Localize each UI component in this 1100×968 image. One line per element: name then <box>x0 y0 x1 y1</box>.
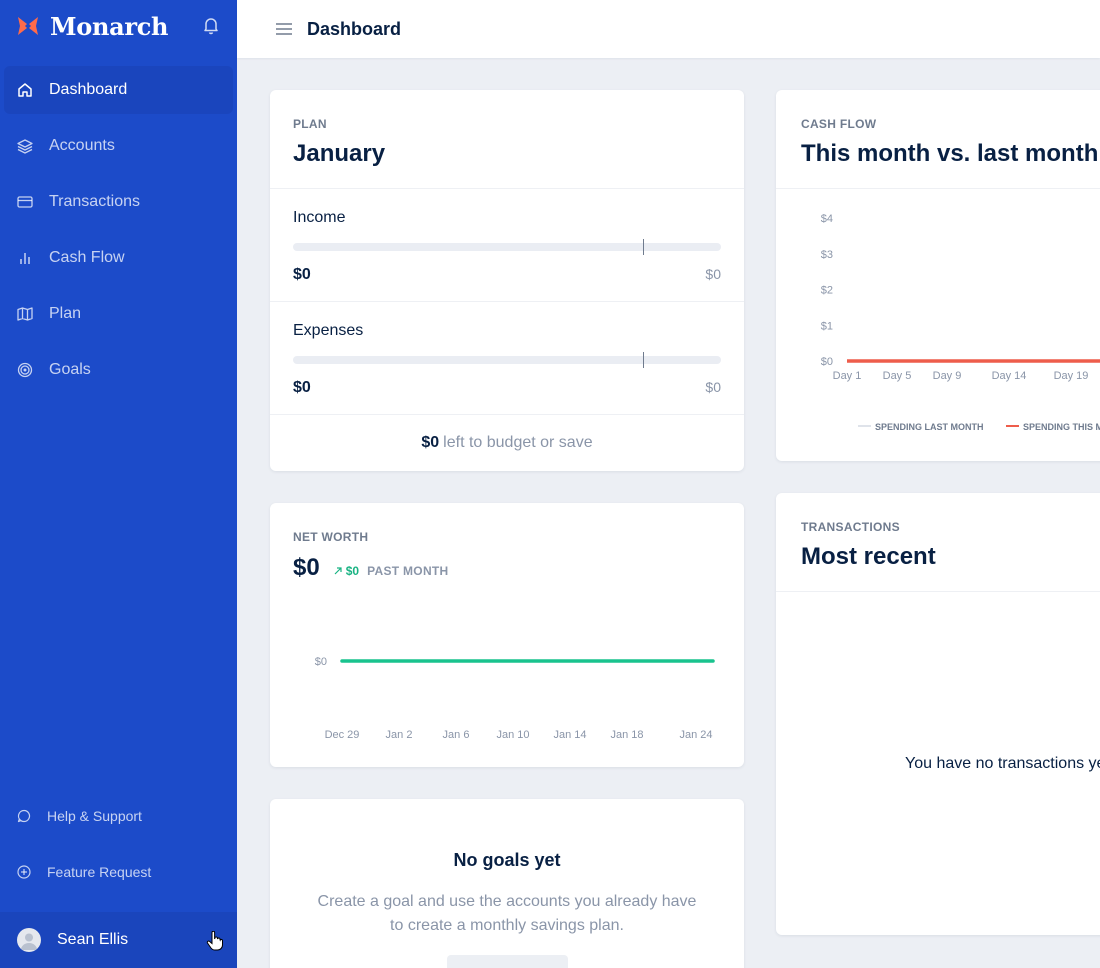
income-progress-bar <box>293 239 721 255</box>
home-icon <box>17 82 33 98</box>
sidebar-item-label: Feature Request <box>47 864 152 880</box>
x-tick-label: Jan 2 <box>386 729 413 741</box>
cash-flow-header: CASH FLOW This month vs. last month <box>776 90 1100 189</box>
sidebar-item-label: Goals <box>49 361 91 378</box>
plan-eyebrow: PLAN <box>293 117 327 131</box>
net-worth-chart: $0 Dec 29 Jan 2 Jan 6 Jan 10 Jan 14 Jan 18 Jan … <box>315 656 715 741</box>
plan-card-header: PLAN January <box>270 90 744 189</box>
x-tick-label: Jan 6 <box>443 729 470 741</box>
y-tick-label: $4 <box>821 213 833 225</box>
cash-flow-eyebrow: CASH FLOW <box>801 117 877 131</box>
transactions-eyebrow: TRANSACTIONS <box>801 520 900 534</box>
goals-card: No goals yet Create a goal and use the a… <box>270 799 744 968</box>
y-tick-label: $0 <box>821 356 833 368</box>
sidebar-nav: Dashboard Accounts Transactions Cash Flo… <box>0 62 237 398</box>
sidebar-item-label: Help & Support <box>47 808 142 824</box>
cash-flow-title: This month vs. last month <box>801 140 1099 167</box>
expenses-budget-marker <box>643 352 644 368</box>
x-tick-label: Jan 18 <box>610 729 643 741</box>
cash-flow-card[interactable]: CASH FLOW This month vs. last month $4 $3… <box>776 90 1100 461</box>
plan-card[interactable]: PLAN January Income $0 $0 Expenses $0 $0… <box>270 90 744 471</box>
plus-circle-icon <box>17 865 31 879</box>
sidebar-item-label: Dashboard <box>49 81 128 98</box>
page-title: Dashboard <box>307 18 402 39</box>
expenses-label: Expenses <box>293 322 364 339</box>
sidebar-item-dashboard[interactable]: Dashboard <box>4 66 233 114</box>
x-tick-label: Day 1 <box>833 370 862 382</box>
y-tick-label: $1 <box>821 320 833 332</box>
menu-icon[interactable] <box>276 23 292 35</box>
x-tick-label: Day 14 <box>992 370 1027 382</box>
goals-empty-title: No goals yet <box>453 850 561 870</box>
legend-label: SPENDING LAST MONTH <box>875 422 984 432</box>
net-worth-value: $0 <box>293 554 320 581</box>
expenses-actual: $0 <box>293 379 311 396</box>
left-to-budget-amount: $0 <box>421 434 440 451</box>
plan-footer: $0 left to budget or save <box>270 415 744 471</box>
net-worth-eyebrow: NET WORTH <box>293 530 369 544</box>
x-tick-label: Jan 14 <box>553 729 586 741</box>
income-budget-marker <box>643 239 644 255</box>
create-goal-button[interactable]: Create goal <box>446 955 568 968</box>
sidebar-item-label: Transactions <box>49 193 140 210</box>
income-actual: $0 <box>293 266 311 283</box>
bar-chart-icon <box>17 250 33 266</box>
income-label: Income <box>293 209 346 226</box>
transactions-title: Most recent <box>801 543 936 570</box>
x-tick-label: Day 9 <box>933 370 962 382</box>
y-tick-label: $0 <box>315 656 327 668</box>
plan-title: January <box>293 140 386 167</box>
net-worth-change: $0 <box>334 564 359 578</box>
plan-expenses-row: Expenses $0 $0 <box>270 302 744 415</box>
plan-income-row: Income $0 $0 <box>270 189 744 302</box>
sidebar-item-goals[interactable]: Goals <box>0 342 237 398</box>
x-tick-label: Day 19 <box>1054 370 1089 382</box>
message-circle-icon <box>17 809 31 823</box>
goals-empty-description: Create a goal and use the accounts you a… <box>317 893 697 934</box>
x-tick-label: Jan 24 <box>679 729 712 741</box>
brand[interactable]: Monarch <box>16 10 168 42</box>
sidebar-item-label: Cash Flow <box>49 249 125 266</box>
sidebar-item-cash-flow[interactable]: Cash Flow <box>0 230 237 286</box>
expenses-budget: $0 <box>705 379 721 395</box>
sidebar-item-accounts[interactable]: Accounts <box>0 118 237 174</box>
avatar <box>17 928 41 952</box>
x-tick-label: Dec 29 <box>325 729 360 741</box>
brand-name: Monarch <box>50 11 169 41</box>
arrow-up-right-icon <box>334 567 342 575</box>
hand-cursor-icon <box>206 931 223 951</box>
cash-flow-chart: $4 $3 $2 $1 $0Day 1 Day 5 Day 9 Day 14 Day 19 SPE… <box>821 213 1100 432</box>
sidebar-item-label: Plan <box>49 305 82 322</box>
y-tick-label: $3 <box>821 249 833 261</box>
income-budget: $0 <box>705 266 721 282</box>
sidebar-item-feature-request[interactable]: Feature Request <box>0 844 237 900</box>
net-worth-change-value: $0 <box>345 564 360 578</box>
left-to-budget-text: left to budget or save <box>443 434 593 451</box>
sidebar: Monarch Dashboard Accounts Transactions <box>0 0 237 968</box>
target-icon <box>17 362 33 378</box>
bell-icon[interactable] <box>201 15 221 35</box>
sidebar-item-transactions[interactable]: Transactions <box>0 174 237 230</box>
sidebar-item-plan[interactable]: Plan <box>0 286 237 342</box>
sidebar-item-label: Accounts <box>49 137 115 154</box>
transactions-empty-message: You have no transactions yet <box>905 755 1100 772</box>
y-tick-label: $2 <box>821 285 833 297</box>
x-tick-label: Day 5 <box>883 370 912 382</box>
monarch-logo-icon <box>18 17 38 35</box>
user-menu[interactable]: Sean Ellis <box>0 912 237 968</box>
map-icon <box>17 306 33 322</box>
transactions-card[interactable]: TRANSACTIONS Most recent You have no tra… <box>776 493 1100 935</box>
top-header: Dashboard <box>237 0 1100 58</box>
net-worth-period: PAST MONTH <box>367 564 449 578</box>
transactions-header: TRANSACTIONS Most recent <box>776 493 1100 592</box>
layers-icon <box>17 138 33 154</box>
user-name: Sean Ellis <box>57 931 129 948</box>
x-tick-label: Jan 10 <box>496 729 529 741</box>
net-worth-card[interactable]: NET WORTH $0 $0 PAST MONTH $0 Dec 29 Jan 2… <box>270 503 744 767</box>
credit-card-icon <box>17 194 33 210</box>
sidebar-bottom-nav: Help & Support Feature Request <box>0 788 237 900</box>
expenses-progress-bar <box>293 352 721 368</box>
legend-label: SPENDING THIS MONTH <box>1023 422 1100 432</box>
sidebar-item-help-support[interactable]: Help & Support <box>0 788 237 844</box>
